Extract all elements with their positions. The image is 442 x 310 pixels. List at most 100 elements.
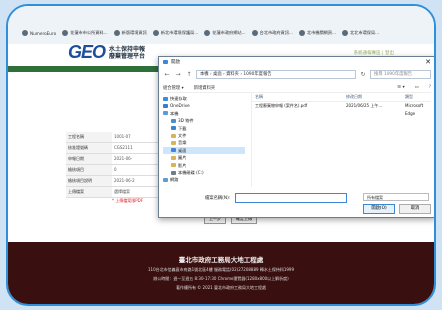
tree-item-label: 桌面: [178, 147, 187, 153]
bookmark-label: 台北市政府資訊...: [259, 30, 293, 35]
preview-pane-icon[interactable]: ▭: [415, 85, 419, 90]
bookmark-item[interactable]: 北市機關網頁...: [298, 30, 337, 36]
address-path[interactable]: 本機 › 桌面 › 資料夾 › 1090年度報告: [196, 69, 356, 79]
tree-item[interactable]: 網路: [163, 176, 245, 183]
dialog-title: 開啟: [171, 60, 180, 65]
bookmark-item[interactable]: 花蓮市市公所資料...: [62, 30, 108, 36]
tree-item-label: 本機磁碟 (C:): [178, 169, 204, 175]
folder-icon: [171, 163, 176, 168]
tree-item[interactable]: 文件: [163, 132, 245, 139]
back-arrow-icon[interactable]: ←: [163, 71, 171, 78]
folder-icon: [163, 111, 168, 116]
bookmark-label: 花蓮市市公所資料...: [70, 30, 108, 35]
tree-item-label: 影片: [178, 162, 187, 168]
bookmark-favicon-icon: [251, 30, 258, 36]
footer-line-1: 110台北市信義區市府路1號北區4樓 服務電話(02)27208889 轉水土保…: [147, 267, 295, 272]
bookmark-label: 北北市環保局...: [350, 30, 380, 35]
view-options-icon[interactable]: ☰ ▾: [397, 85, 404, 90]
form-label: 檢核項目說明: [66, 176, 112, 186]
tree-item[interactable]: 下載: [163, 125, 245, 132]
file-date: 2021/06/25 上午...: [346, 103, 383, 108]
site-footer: 臺北市政府工務局大地工程處 110台北市信義區市府路1號北區4樓 服務電話(02…: [8, 242, 434, 304]
filename-input[interactable]: [235, 193, 347, 203]
bookmark-label: 北市機關網頁...: [306, 30, 337, 35]
tree-item-label: 下載: [178, 125, 187, 131]
bookmark-item[interactable]: 新版環境資訊: [113, 30, 147, 36]
tree-item-label: 音樂: [178, 140, 187, 146]
bookmarks-bar: NumeroEuro 花蓮市市公所資料... 新版環境資訊 新北市環境保護局... 花蓮…: [22, 26, 424, 40]
bookmark-bar-area: NumeroEuro 花蓮市市公所資料... 新版環境資訊 新北市環境保護局... 花蓮…: [8, 6, 434, 44]
bookmark-item[interactable]: NumeroEuro: [22, 30, 56, 36]
forward-arrow-icon[interactable]: →: [174, 71, 182, 78]
bookmark-label: 新版環境資訊: [121, 30, 147, 35]
open-button[interactable]: 開啟(O): [363, 204, 395, 214]
file-row[interactable]: 工程廢棄物申報 (案件名).pdf 2021/06/25 上午... Microso…: [252, 102, 431, 116]
tree-item[interactable]: 圖片: [163, 154, 245, 161]
column-date[interactable]: 修改日期: [343, 93, 402, 101]
folder-icon: [171, 155, 176, 160]
file-list: 名稱 修改日期 類型 工程廢棄物申報 (案件名).pdf 2021/06/25 上…: [251, 93, 431, 187]
up-arrow-icon[interactable]: ↑: [185, 71, 193, 78]
bookmark-item[interactable]: 新北市環境保護局...: [152, 30, 199, 36]
bookmark-favicon-icon: [342, 30, 349, 36]
file-open-dialog: 開啟 ✕ ← → ↑ 本機 › 桌面 › 資料夾 › 1090年度報告 ↻ 搜尋…: [158, 56, 434, 218]
folder-icon: [163, 104, 168, 109]
bookmark-favicon-icon: [22, 30, 28, 36]
edge-icon: [163, 60, 168, 64]
bookmark-favicon-icon: [204, 30, 211, 36]
tree-item-label: 3D 物件: [178, 118, 194, 124]
form-label: 工程名稱: [66, 132, 112, 142]
folder-icon: [171, 126, 176, 131]
form-label: 核准證號碼: [66, 143, 112, 153]
column-name[interactable]: 名稱: [252, 93, 343, 101]
navigation-tree: 快速存取 OneDrive 本機 3D 物件 下載 文件 音樂 桌面圖片 影片 本機磁碟 (C:)…: [163, 95, 245, 187]
form-label: 上傳檔案: [66, 187, 112, 197]
footer-title: 臺北市政府工務局大地工程處: [178, 256, 264, 264]
refresh-icon[interactable]: ↻: [359, 71, 367, 78]
tree-item[interactable]: 3D 物件: [163, 117, 245, 124]
bookmark-label: 花蓮市政府網站...: [212, 30, 246, 35]
bookmark-label: 新北市環境保護局...: [160, 30, 199, 35]
bookmark-favicon-icon: [62, 30, 69, 36]
bookmark-item[interactable]: 花蓮市政府網站...: [204, 30, 246, 36]
footer-line-2: 辦公時間：週一至週五 8:30-17:30 Chrome瀏覽器(1280x800…: [153, 276, 289, 281]
folder-icon: [163, 96, 168, 101]
tree-item[interactable]: 本機磁碟 (C:): [163, 169, 245, 176]
bookmark-item[interactable]: 北北市環保局...: [342, 30, 379, 36]
tree-item[interactable]: 音樂: [163, 139, 245, 146]
tree-item[interactable]: 快速存取: [163, 95, 245, 102]
site-logo[interactable]: GEO 水土保持申報 廢棄管理平台: [68, 42, 145, 63]
bookmark-item[interactable]: 台北市政府資訊...: [251, 30, 293, 36]
folder-icon: [171, 170, 176, 175]
search-input[interactable]: 搜尋 1090年度報告: [370, 69, 431, 79]
column-type[interactable]: 類型: [402, 93, 431, 101]
help-icon[interactable]: ?: [429, 85, 431, 90]
folder-icon: [171, 133, 176, 138]
file-name: 工程廢棄物申報 (案件名).pdf: [255, 103, 308, 108]
folder-icon: [171, 148, 176, 153]
organize-menu[interactable]: 組合管理 ▾: [163, 85, 184, 91]
close-icon[interactable]: ✕: [425, 58, 431, 66]
folder-icon: [163, 177, 168, 182]
bookmark-favicon-icon: [152, 30, 159, 36]
filename-label: 檔案名稱(N):: [205, 196, 231, 201]
bookmark-favicon-icon: [298, 30, 305, 36]
footer-line-3: 著作權所有 © 2021 臺北市政府工務局大地工程處: [176, 285, 266, 290]
form-label: 申報日期: [66, 154, 112, 164]
tree-item-label: 圖片: [178, 155, 187, 161]
tree-item[interactable]: 本機: [163, 110, 245, 117]
form-label: 檢核項目: [66, 165, 112, 175]
logo-line-2: 廢棄管理平台: [109, 52, 146, 60]
dialog-titlebar: 開啟: [159, 57, 434, 67]
browser-window: NumeroEuro 花蓮市市公所資料... 新版環境資訊 新北市環境保護局... 花蓮…: [6, 4, 436, 306]
new-folder-button[interactable]: 新增資料夾: [194, 85, 215, 91]
tree-item-label: 快速存取: [170, 96, 187, 101]
folder-icon: [171, 141, 176, 146]
tree-item-label: OneDrive: [170, 103, 190, 109]
tree-item[interactable]: 桌面: [163, 146, 245, 155]
file-type-filter[interactable]: 所有檔案: [363, 193, 429, 201]
tree-item[interactable]: OneDrive: [163, 102, 245, 109]
cancel-button[interactable]: 取消: [399, 204, 431, 214]
tree-item-label: 網路: [170, 177, 179, 183]
tree-item[interactable]: 影片: [163, 162, 245, 169]
